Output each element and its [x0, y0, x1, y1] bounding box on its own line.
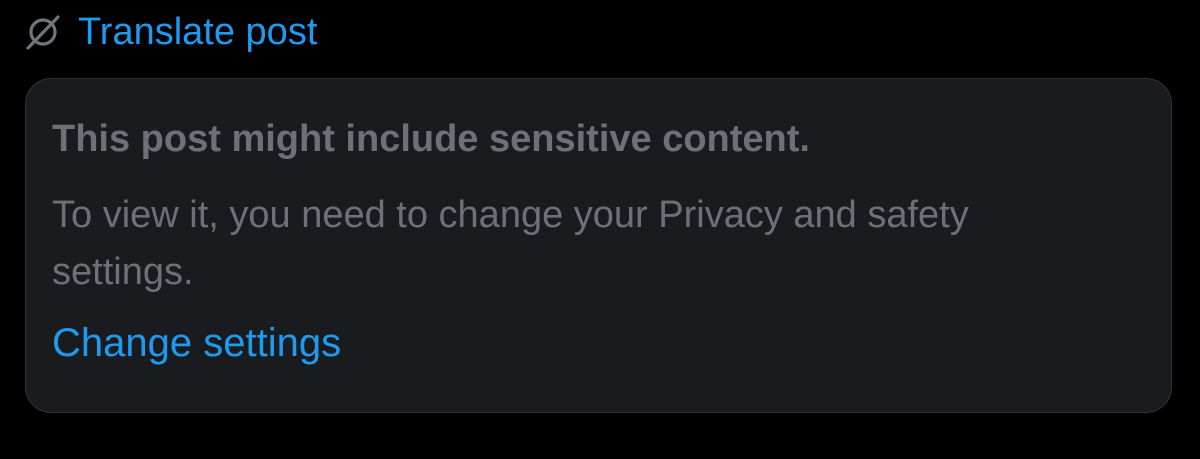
- sensitive-content-warning: This post might include sensitive conten…: [25, 78, 1172, 413]
- warning-description: To view it, you need to change your Priv…: [52, 194, 969, 293]
- translate-post-button[interactable]: Translate post: [22, 8, 317, 56]
- translate-globe-icon: [22, 11, 64, 53]
- warning-title: This post might include sensitive conten…: [52, 118, 810, 160]
- change-settings-link[interactable]: Change settings: [52, 317, 341, 369]
- translate-post-label: Translate post: [78, 11, 318, 53]
